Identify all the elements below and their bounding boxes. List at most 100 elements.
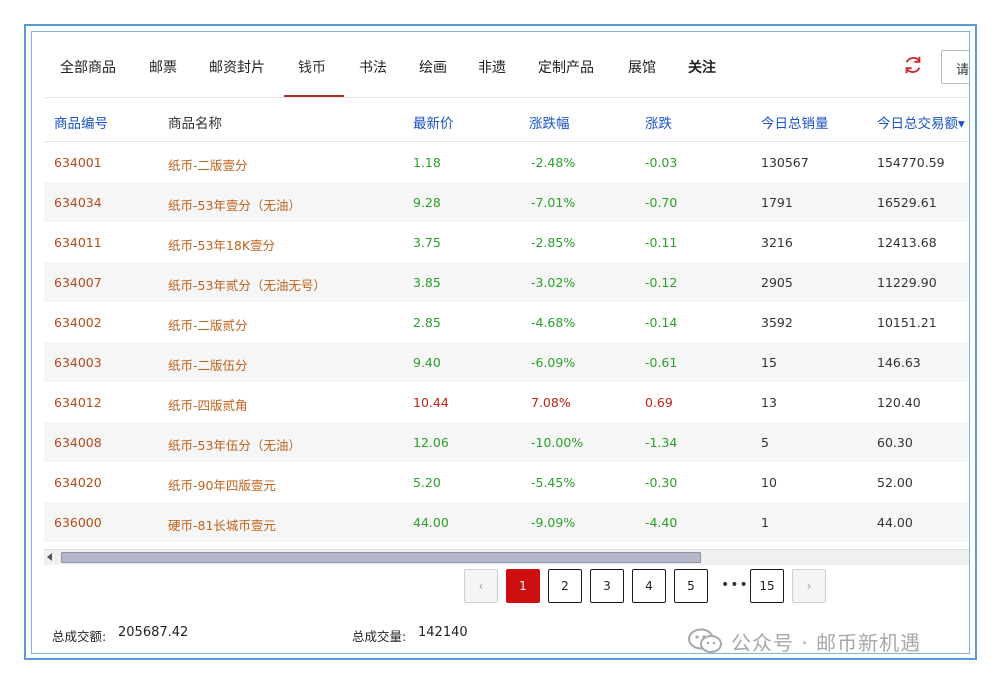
column-header-name: 商品名称 (168, 116, 222, 132)
total-amount-label: 总成交额: (52, 629, 107, 644)
table-row[interactable]: 634007 纸币-53年贰分（无油无号） 3.85 -3.02% -0.12 2905 1… (44, 262, 969, 302)
column-header-code[interactable]: 商品编号 (54, 112, 108, 132)
cell-change-pct: -6.09% (531, 355, 576, 370)
table-row[interactable]: 636000 硬币-81长城币壹元 44.00 -9.09% -4.40 1 44.00 (44, 502, 969, 542)
cell-code[interactable]: 634012 (54, 395, 102, 410)
cell-volume: 15 (761, 355, 777, 370)
cell-change-pct: -10.00% (531, 435, 584, 450)
cell-change-pct: -2.85% (531, 235, 576, 250)
cell-name[interactable]: 纸币-二版伍分 (168, 355, 248, 374)
cell-price: 10.44 (413, 395, 449, 410)
cell-name[interactable]: 纸币-90年四版壹元 (168, 475, 276, 494)
total-volume-value: 142140 (418, 625, 468, 640)
cell-code[interactable]: 634002 (54, 315, 102, 330)
tab-heritage[interactable]: 非遗 (478, 57, 506, 77)
cell-code[interactable]: 634007 (54, 275, 102, 290)
table-row[interactable]: 634002 纸币-二版贰分 2.85 -4.68% -0.14 3592 10151.21 (44, 302, 969, 342)
total-volume-label: 总成交量: (352, 629, 407, 644)
table-row[interactable]: 634012 纸币-四版贰角 10.44 7.08% 0.69 13 120.40 (44, 382, 969, 422)
page-button-5[interactable]: 5 (674, 569, 708, 603)
cell-code[interactable]: 636000 (54, 515, 102, 530)
scrollbar-thumb[interactable] (61, 552, 701, 563)
watermark: 公众号 · 邮币新机遇 (687, 626, 922, 654)
cell-price: 3.85 (413, 275, 441, 290)
tab-coins[interactable]: 钱币 (298, 57, 326, 77)
table-row[interactable]: 634011 纸币-53年18K壹分 3.75 -2.85% -0.11 3216 1241… (44, 222, 969, 262)
tab-custom-products[interactable]: 定制产品 (538, 57, 594, 77)
column-header-change[interactable]: 涨跌 (645, 112, 672, 132)
watermark-text: 公众号 · 邮币新机遇 (731, 630, 922, 654)
tab-painting[interactable]: 绘画 (419, 57, 447, 77)
cell-volume: 3592 (761, 315, 793, 330)
cell-change-pct: -4.68% (531, 315, 576, 330)
cell-price: 9.28 (413, 195, 441, 210)
cell-code[interactable]: 634011 (54, 235, 102, 250)
column-header-volume[interactable]: 今日总销量 (761, 112, 829, 132)
cell-price: 9.40 (413, 355, 441, 370)
cell-change-pct: -9.09% (531, 515, 576, 530)
cell-name[interactable]: 纸币-二版贰分 (168, 315, 248, 334)
table-row[interactable]: 634034 纸币-53年壹分（无油） 9.28 -7.01% -0.70 1791 165… (44, 182, 969, 222)
cell-turnover: 16529.61 (877, 195, 937, 210)
total-amount-value: 205687.42 (118, 625, 189, 640)
table-row[interactable]: 634001 纸币-二版壹分 1.18 -2.48% -0.03 130567 154770… (44, 142, 969, 182)
cell-code[interactable]: 634008 (54, 435, 102, 450)
pagination-ellipsis: ••• (721, 577, 749, 593)
column-header-change-pct[interactable]: 涨跌幅 (529, 112, 570, 132)
table-header: 商品编号 商品名称 最新价 涨跌幅 涨跌 今日总销量 今日总交易额▾ (44, 98, 969, 142)
horizontal-scrollbar[interactable] (44, 549, 969, 565)
cell-turnover: 52.00 (877, 475, 913, 490)
page-button-last[interactable]: 15 (750, 569, 784, 603)
cell-name[interactable]: 硬币-81长城币壹元 (168, 515, 276, 534)
cell-change-pct: -5.45% (531, 475, 576, 490)
table-row[interactable]: 634008 纸币-53年伍分（无油） 12.06 -10.00% -1.34 5 60.3… (44, 422, 969, 462)
cell-code[interactable]: 634034 (54, 195, 102, 210)
wechat-icon (688, 628, 722, 653)
prev-page-button[interactable]: ‹ (464, 569, 498, 603)
cell-volume: 1 (761, 515, 769, 530)
tab-all-products[interactable]: 全部商品 (60, 57, 116, 77)
cell-code[interactable]: 634001 (54, 155, 102, 170)
cell-turnover: 146.63 (877, 355, 921, 370)
cell-change-pct: 7.08% (531, 395, 571, 410)
column-header-price[interactable]: 最新价 (413, 112, 454, 132)
cell-volume: 2905 (761, 275, 793, 290)
cell-price: 5.20 (413, 475, 441, 490)
refresh-icon[interactable] (902, 54, 924, 76)
cell-name[interactable]: 纸币-53年贰分（无油无号） (168, 275, 326, 294)
tab-postal-stationery[interactable]: 邮资封片 (209, 57, 265, 77)
cell-change: -0.03 (645, 155, 678, 170)
page-button-2[interactable]: 2 (548, 569, 582, 603)
cell-volume: 13 (761, 395, 777, 410)
cell-change: 0.69 (645, 395, 673, 410)
page-button-3[interactable]: 3 (590, 569, 624, 603)
cell-turnover: 44.00 (877, 515, 913, 530)
cell-name[interactable]: 纸币-二版壹分 (168, 155, 248, 174)
scroll-left-arrow-icon[interactable] (47, 553, 52, 561)
table-row[interactable]: 634003 纸币-二版伍分 9.40 -6.09% -0.61 15 146.63 (44, 342, 969, 382)
cell-code[interactable]: 634003 (54, 355, 102, 370)
cell-change-pct: -3.02% (531, 275, 576, 290)
cell-volume: 10 (761, 475, 777, 490)
column-header-turnover[interactable]: 今日总交易额▾ (877, 112, 965, 132)
search-input[interactable]: 请 (941, 50, 969, 84)
page-button-4[interactable]: 4 (632, 569, 666, 603)
cell-change-pct: -2.48% (531, 155, 576, 170)
tab-calligraphy[interactable]: 书法 (359, 57, 387, 77)
page-button-1[interactable]: 1 (506, 569, 540, 603)
cell-price: 12.06 (413, 435, 449, 450)
window-frame: 全部商品 邮票 邮资封片 钱币 书法 绘画 非遗 定制产品 展馆 关注 请 商品… (31, 31, 970, 654)
table-row[interactable]: 634020 纸币-90年四版壹元 5.20 -5.45% -0.30 10 52.00 (44, 462, 969, 502)
cell-name[interactable]: 纸币-53年18K壹分 (168, 235, 275, 254)
tab-exhibition[interactable]: 展馆 (628, 57, 656, 77)
cell-code[interactable]: 634020 (54, 475, 102, 490)
tab-favorites[interactable]: 关注 (688, 57, 716, 77)
cell-name[interactable]: 纸币-53年伍分（无油） (168, 435, 301, 454)
cell-turnover: 12413.68 (877, 235, 937, 250)
cell-name[interactable]: 纸币-53年壹分（无油） (168, 195, 301, 214)
tab-stamps[interactable]: 邮票 (149, 57, 177, 77)
cell-volume: 3216 (761, 235, 793, 250)
cell-name[interactable]: 纸币-四版贰角 (168, 395, 248, 414)
active-tab-indicator (284, 95, 344, 97)
next-page-button[interactable]: › (792, 569, 826, 603)
